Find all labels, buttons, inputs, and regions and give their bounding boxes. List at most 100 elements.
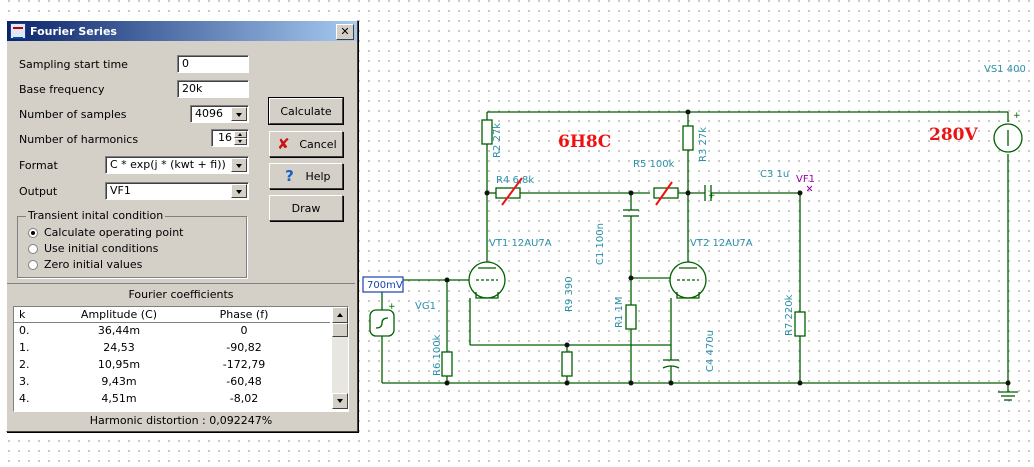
draw-button[interactable]: Draw bbox=[269, 195, 343, 221]
table-row[interactable]: 4. 4,51m -8,02 bbox=[14, 391, 330, 406]
cell-amplitude: 9,43m bbox=[101, 375, 137, 388]
table-scrollbar[interactable] bbox=[332, 307, 348, 409]
vt1-label: VT1 12AU7A bbox=[489, 238, 552, 249]
number-of-harmonics-value: 16 bbox=[218, 131, 232, 144]
c3-label: C3 1u bbox=[760, 169, 789, 180]
cell-phase: -60,48 bbox=[226, 375, 262, 388]
vf1-probe-label: VF1 bbox=[796, 174, 815, 185]
calculate-button-label: Calculate bbox=[280, 104, 332, 118]
output-value: VF1 bbox=[110, 184, 131, 197]
number-of-harmonics-stepper[interactable]: 16 bbox=[211, 129, 249, 147]
format-value: C * exp(j * (kwt + fi)) bbox=[110, 158, 226, 171]
dialog-titlebar[interactable]: Fourier Series ✕ bbox=[7, 21, 357, 41]
number-of-samples-select[interactable]: 4096 bbox=[190, 105, 249, 123]
output-select[interactable]: VF1 bbox=[105, 182, 249, 200]
table-header: k Amplitude (C) Phase (f) bbox=[14, 307, 330, 323]
r2-label: R2 27k bbox=[492, 123, 503, 158]
supply-voltage-label: 280V bbox=[929, 125, 978, 145]
schematic-title: 6H8C bbox=[558, 132, 611, 152]
fourier-series-dialog[interactable]: Fourier Series ✕ Sampling start time 0 B… bbox=[6, 20, 358, 432]
r3-label: R3 27k bbox=[698, 127, 709, 162]
cell-amplitude: 4,51m bbox=[101, 392, 137, 405]
cell-k: 1. bbox=[19, 341, 30, 354]
r6-label: R6 100k bbox=[432, 334, 443, 376]
c4-label: C4 470u bbox=[705, 330, 716, 372]
fourier-coefficients-title: Fourier coefficients bbox=[128, 288, 234, 301]
draw-button-label: Draw bbox=[291, 201, 321, 215]
table-row[interactable]: 1. 24,53 -90,82 bbox=[14, 340, 330, 355]
chevron-down-icon[interactable] bbox=[231, 158, 247, 172]
sampling-start-time-input[interactable]: 0 bbox=[177, 55, 249, 73]
coefficients-table[interactable]: k Amplitude (C) Phase (f) 0. 36,44m 0 1.… bbox=[13, 306, 349, 412]
help-button-label: Help bbox=[305, 169, 331, 183]
calculate-button[interactable]: Calculate bbox=[268, 97, 344, 125]
cell-phase: 0 bbox=[240, 324, 248, 337]
c1-label: C1 100n bbox=[595, 223, 606, 265]
r7-label: R7 220k bbox=[784, 294, 795, 336]
cell-amplitude: 36,44m bbox=[97, 324, 141, 337]
column-header-amplitude: Amplitude (C) bbox=[80, 308, 158, 321]
cancel-button[interactable]: ✘ Cancel bbox=[269, 131, 343, 157]
column-header-k: k bbox=[19, 308, 26, 321]
vs1-label: VS1 400 bbox=[984, 64, 1026, 75]
dialog-title: Fourier Series bbox=[30, 24, 117, 38]
harmonic-distortion-value: 0,092247% bbox=[209, 414, 273, 427]
r4-label: R4 6,8k bbox=[496, 175, 534, 186]
radio-calculate-operating-point[interactable]: Calculate operating point bbox=[28, 226, 184, 239]
radio-use-initial-conditions[interactable]: Use initial conditions bbox=[28, 242, 158, 255]
base-frequency-input[interactable]: 20k bbox=[177, 80, 249, 98]
number-of-harmonics-label: Number of harmonics bbox=[19, 133, 139, 146]
harmonic-distortion-readout: Harmonic distortion : 0,092247% bbox=[7, 414, 355, 427]
format-label: Format bbox=[19, 159, 58, 172]
scroll-down-icon[interactable] bbox=[332, 393, 348, 409]
cell-k: 3. bbox=[19, 375, 30, 388]
transient-condition-title: Transient inital condition bbox=[26, 209, 166, 222]
cell-phase: -172,79 bbox=[222, 358, 266, 371]
radio-label: Zero initial values bbox=[44, 258, 143, 271]
cancel-x-icon: ✘ bbox=[277, 135, 290, 153]
r9-label: R9 390 bbox=[564, 276, 575, 312]
radio-label: Use initial conditions bbox=[44, 242, 159, 255]
table-row[interactable]: 3. 9,43m -60,48 bbox=[14, 374, 330, 389]
r1-label: R1 1M bbox=[614, 297, 625, 328]
cell-amplitude: 10,95m bbox=[97, 358, 141, 371]
radio-zero-initial-values[interactable]: Zero initial values bbox=[28, 258, 142, 271]
radio-icon[interactable] bbox=[28, 259, 38, 270]
vf1-probe-icon bbox=[806, 185, 813, 192]
table-row[interactable]: 0. 36,44m 0 bbox=[14, 323, 330, 338]
chevron-down-icon[interactable] bbox=[231, 107, 247, 121]
vg1-label: VG1 bbox=[415, 301, 436, 312]
number-of-samples-label: Number of samples bbox=[19, 108, 127, 121]
scroll-thumb[interactable] bbox=[332, 323, 348, 337]
sampling-start-time-label: Sampling start time bbox=[19, 58, 128, 71]
close-button[interactable]: ✕ bbox=[336, 24, 354, 40]
cell-amplitude: 24,53 bbox=[103, 341, 135, 354]
cancel-button-label: Cancel bbox=[299, 137, 337, 151]
vt2-label: VT2 12AU7A bbox=[690, 238, 753, 249]
cell-k: 0. bbox=[19, 324, 30, 337]
radio-selected-icon[interactable] bbox=[28, 227, 38, 238]
help-question-icon: ? bbox=[285, 167, 294, 185]
transient-condition-group: Transient inital condition Calculate ope… bbox=[17, 209, 247, 278]
output-label: Output bbox=[19, 185, 58, 198]
help-button[interactable]: ? Help bbox=[269, 163, 343, 189]
radio-icon[interactable] bbox=[28, 243, 38, 254]
chevron-down-icon[interactable] bbox=[231, 184, 247, 198]
cell-k: 4. bbox=[19, 392, 30, 405]
scroll-up-icon[interactable] bbox=[332, 307, 348, 323]
r5-label: R5 100k bbox=[633, 159, 675, 170]
cell-k: 2. bbox=[19, 358, 30, 371]
radio-label: Calculate operating point bbox=[44, 226, 184, 239]
stepper-arrows[interactable] bbox=[234, 131, 247, 145]
stepper-up-icon[interactable] bbox=[234, 131, 247, 138]
svg-text:+: + bbox=[708, 191, 716, 201]
harmonic-distortion-label: Harmonic distortion : bbox=[89, 414, 206, 427]
number-of-samples-value: 4096 bbox=[195, 107, 223, 120]
format-select[interactable]: C * exp(j * (kwt + fi)) bbox=[105, 156, 249, 174]
source-amplitude-box: 700mV bbox=[367, 280, 403, 291]
base-frequency-label: Base frequency bbox=[19, 83, 105, 96]
svg-text:+: + bbox=[388, 302, 396, 312]
stepper-down-icon[interactable] bbox=[234, 138, 247, 145]
table-row[interactable]: 2. 10,95m -172,79 bbox=[14, 357, 330, 372]
cell-phase: -8,02 bbox=[229, 392, 259, 405]
